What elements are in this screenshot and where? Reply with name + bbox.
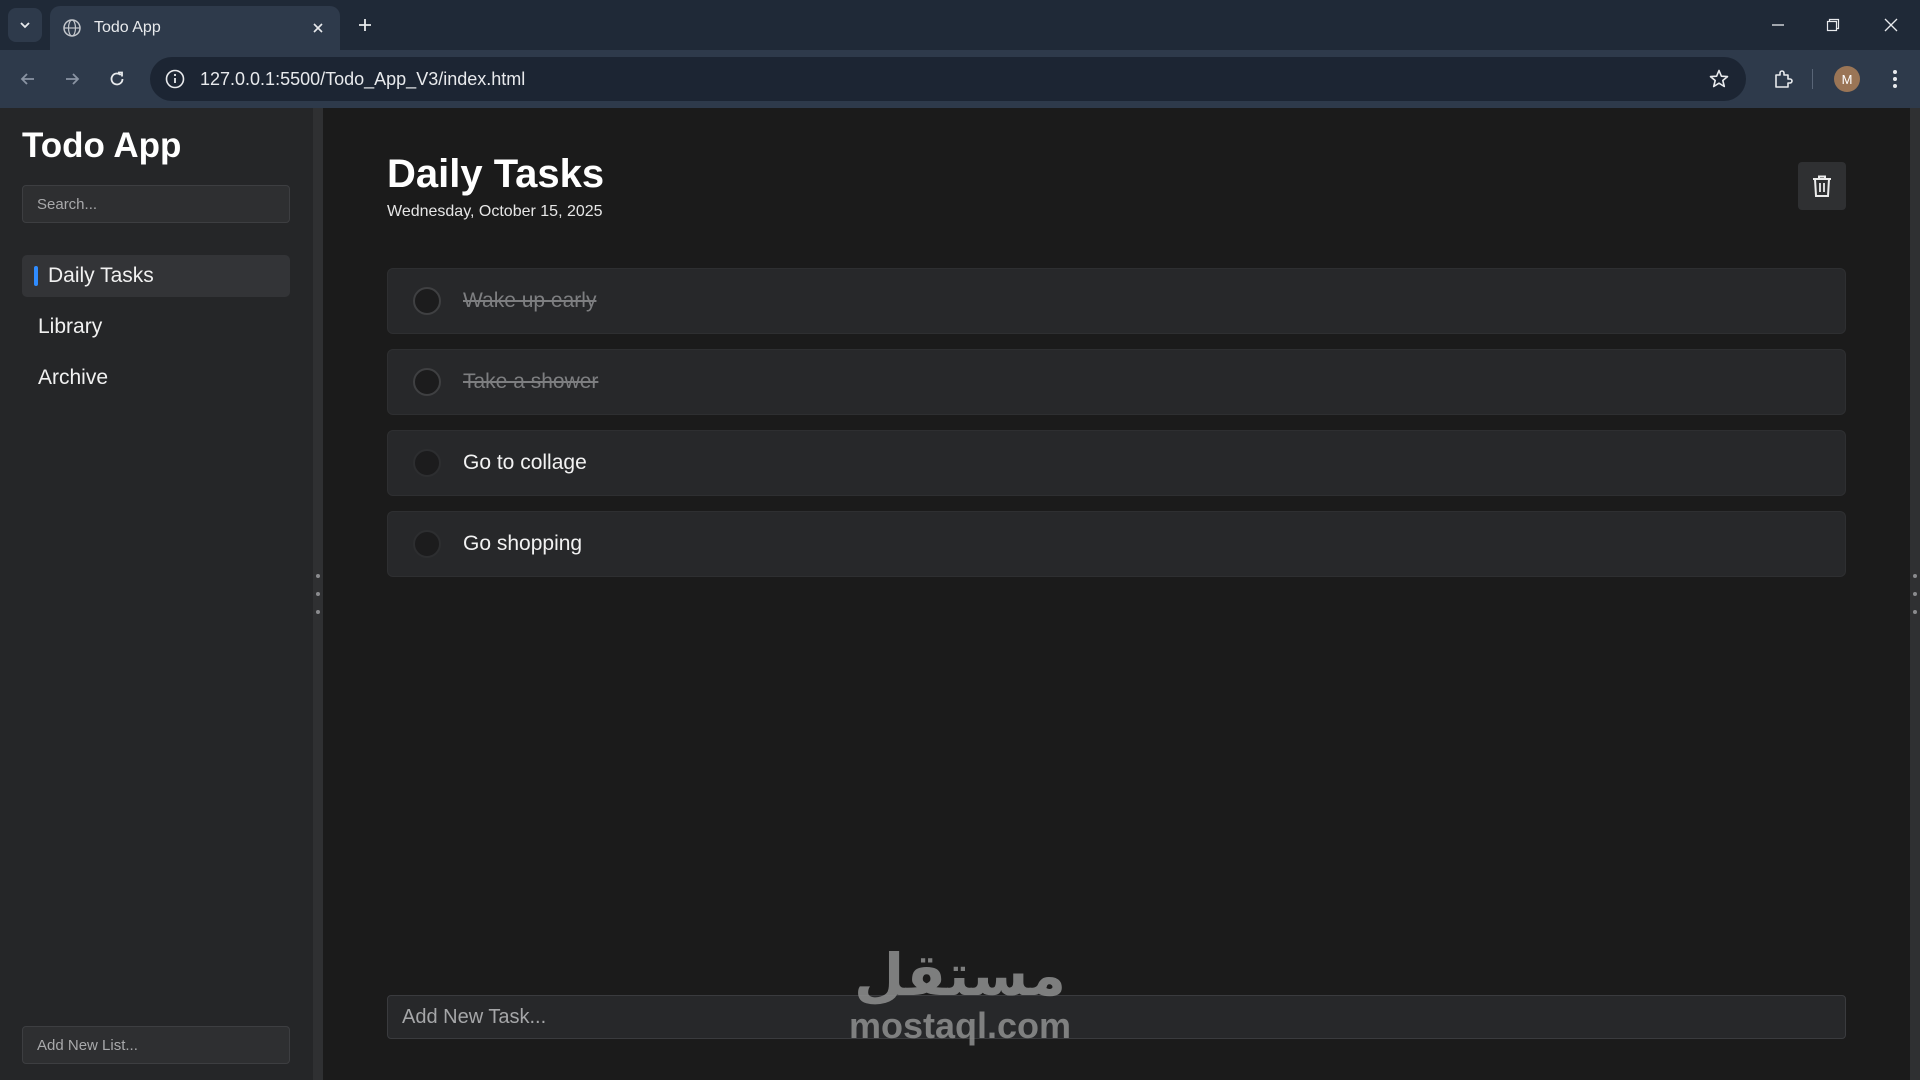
add-list-input[interactable]: [22, 1026, 290, 1064]
tab-search-button[interactable]: [8, 8, 42, 42]
reload-button[interactable]: [102, 64, 132, 94]
browser-tab[interactable]: Todo App: [50, 6, 340, 50]
sidebar-item-library[interactable]: Library: [22, 306, 290, 348]
task-item[interactable]: Take a shower: [387, 349, 1846, 415]
sidebar-item-label: Archive: [38, 366, 109, 389]
more-vertical-icon: [1893, 70, 1897, 88]
task-label: Go to collage: [463, 451, 587, 474]
page-title: Daily Tasks: [387, 152, 605, 196]
tab-close-button[interactable]: [308, 18, 328, 38]
browser-menu-button[interactable]: [1880, 64, 1910, 94]
profile-avatar[interactable]: M: [1834, 66, 1860, 92]
browser-tab-bar: Todo App: [0, 0, 1920, 50]
tab-title: Todo App: [94, 19, 161, 36]
task-label: Wake up early: [463, 289, 597, 312]
delete-list-button[interactable]: [1798, 162, 1846, 210]
reload-icon: [110, 71, 124, 86]
task-label: Go shopping: [463, 532, 583, 555]
task-checkbox[interactable]: [413, 368, 441, 396]
url-text[interactable]: 127.0.0.1:5500/Todo_App_V3/index.html: [200, 69, 525, 90]
task-checkbox[interactable]: [413, 287, 441, 315]
task-checkbox[interactable]: [413, 530, 441, 558]
arrow-left-icon: [20, 73, 34, 85]
sidebar-resize-handle[interactable]: [313, 108, 323, 1080]
back-button[interactable]: [13, 64, 43, 94]
page-date: Wednesday, October 15, 2025: [387, 203, 603, 220]
minimize-button[interactable]: [1763, 10, 1793, 40]
restore-button[interactable]: [1818, 10, 1848, 40]
task-label: Take a shower: [463, 370, 599, 393]
task-list: Wake up early Take a shower Go to collag…: [387, 268, 1846, 592]
restore-icon: [1826, 18, 1840, 32]
toolbar-divider: [1812, 69, 1813, 89]
globe-icon: [63, 19, 81, 37]
sidebar-item-archive[interactable]: Archive: [22, 357, 290, 399]
app-title: Todo App: [22, 126, 182, 165]
drag-handle-icon: [316, 574, 320, 614]
task-item[interactable]: Wake up early: [387, 268, 1846, 334]
bookmark-star-icon[interactable]: [1708, 68, 1730, 90]
add-task-input[interactable]: [387, 995, 1846, 1039]
list-nav: Daily Tasks Library Archive: [22, 255, 290, 408]
right-resize-handle[interactable]: [1910, 108, 1920, 1080]
close-icon: [313, 23, 323, 33]
browser-toolbar: 127.0.0.1:5500/Todo_App_V3/index.html: [0, 50, 1920, 108]
sidebar-item-label: Daily Tasks: [48, 264, 154, 287]
address-bar[interactable]: 127.0.0.1:5500/Todo_App_V3/index.html: [150, 57, 1746, 101]
main-panel: Daily Tasks Wednesday, October 15, 2025 …: [323, 108, 1910, 1080]
task-checkbox[interactable]: [413, 449, 441, 477]
plus-icon: [359, 19, 371, 31]
page-content: Todo App Daily Tasks Library Archive Dai…: [0, 108, 1920, 1080]
close-window-button[interactable]: [1876, 10, 1906, 40]
extensions-button[interactable]: [1768, 64, 1798, 94]
drag-handle-icon: [1913, 574, 1917, 614]
search-input[interactable]: [22, 185, 290, 223]
active-indicator: [34, 266, 38, 286]
forward-button[interactable]: [57, 64, 87, 94]
sidebar-item-daily-tasks[interactable]: Daily Tasks: [22, 255, 290, 297]
new-tab-button[interactable]: [352, 12, 378, 38]
chevron-down-icon: [20, 22, 30, 29]
sidebar: Todo App Daily Tasks Library Archive: [0, 108, 313, 1080]
minimize-icon: [1772, 24, 1784, 26]
site-info-icon[interactable]: [164, 68, 186, 90]
task-item[interactable]: Go to collage: [387, 430, 1846, 496]
arrow-right-icon: [66, 73, 80, 85]
trash-icon: [1813, 175, 1831, 197]
close-icon: [1884, 18, 1898, 32]
sidebar-item-label: Library: [38, 315, 103, 338]
task-item[interactable]: Go shopping: [387, 511, 1846, 577]
puzzle-icon: [1775, 70, 1793, 88]
